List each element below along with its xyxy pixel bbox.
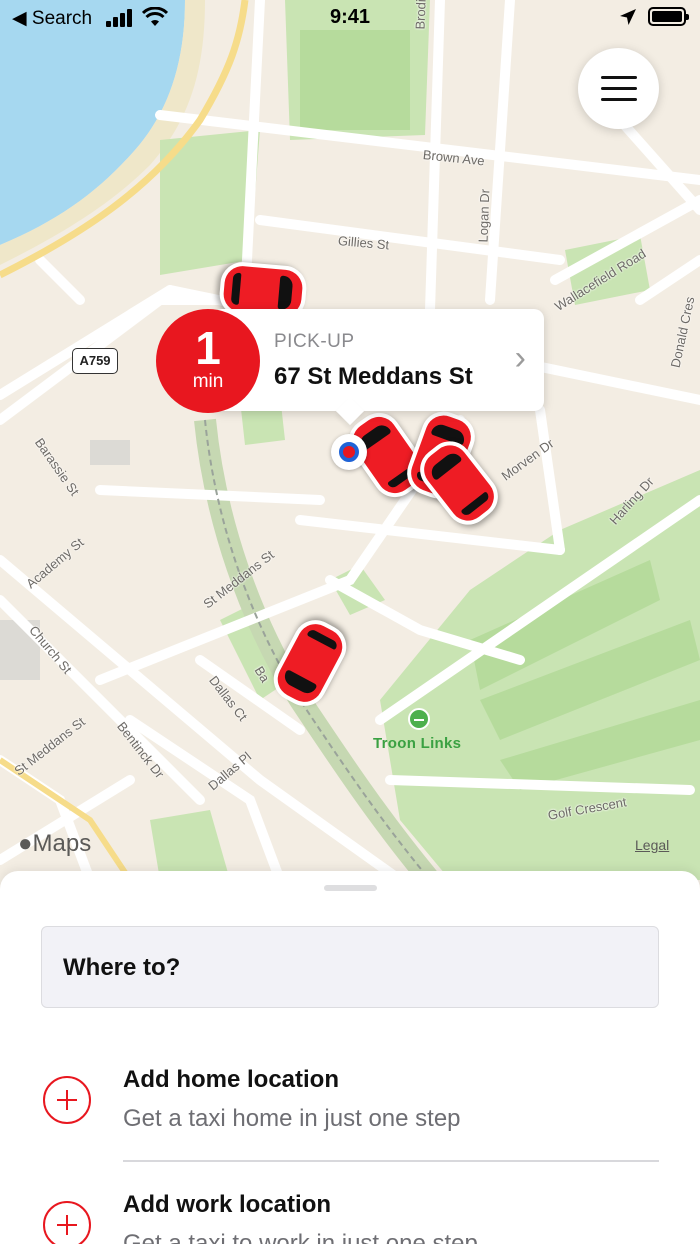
add-home-location-item[interactable]: Add home location Get a taxi home in jus… [0,1041,700,1161]
destination-search-input[interactable]: Where to? [41,926,659,1008]
wifi-icon [142,7,168,26]
pickup-address: 67 St Meddans St [274,363,473,390]
poi-label-troon-links[interactable]: Troon Links [373,735,461,752]
eta-badge: 1 min [156,309,260,413]
street-label-logan-dr: Logan Dr [475,188,493,243]
bottom-sheet: Where to? Add home location Get a taxi h… [0,871,700,1244]
status-bar: ◀ Search 9:41 [0,0,700,40]
hamburger-icon-bar [600,98,637,101]
list-divider [123,1160,659,1162]
location-arrow-icon [620,8,636,25]
status-time: 9:41 [329,6,371,28]
add-circle-icon [43,1076,91,1124]
status-icons [618,7,689,26]
hamburger-icon-bar [600,87,637,90]
cellular-signal-icon [106,9,132,27]
destination-search-placeholder: Where to? [63,954,181,981]
eta-value: 1 [195,322,221,374]
add-work-location-item[interactable]: Add work location Get a taxi to work in … [0,1166,700,1244]
current-location-icon [331,434,367,470]
eta-unit: min [192,371,224,392]
apple-logo-icon: ● [18,830,33,857]
apple-maps-logo: ●Maps [18,830,91,858]
map-view[interactable]: Brodie Brown Ave Logan Dr Gillies St Wal… [0,0,700,880]
battery-icon [648,7,689,26]
hamburger-icon-bar [600,76,637,79]
add-work-location-title: Add work location [123,1191,332,1218]
menu-button[interactable] [578,48,659,129]
add-work-location-subtitle: Get a taxi to work in just one step [123,1230,478,1244]
add-circle-icon [43,1201,91,1244]
add-home-location-subtitle: Get a taxi home in just one step [123,1105,461,1132]
legal-link[interactable]: Legal [635,837,669,853]
chevron-right-icon: › [514,339,526,377]
sheet-grabber-handle[interactable] [324,885,377,891]
pickup-callout[interactable]: PICK-UP 67 St Meddans St › [212,309,544,411]
add-home-location-title: Add home location [123,1066,339,1093]
golf-course-icon [408,708,430,730]
maps-logo-text: Maps [32,830,92,857]
pickup-label: PICK-UP [274,331,355,352]
road-shield-a759: A759 [72,348,118,374]
